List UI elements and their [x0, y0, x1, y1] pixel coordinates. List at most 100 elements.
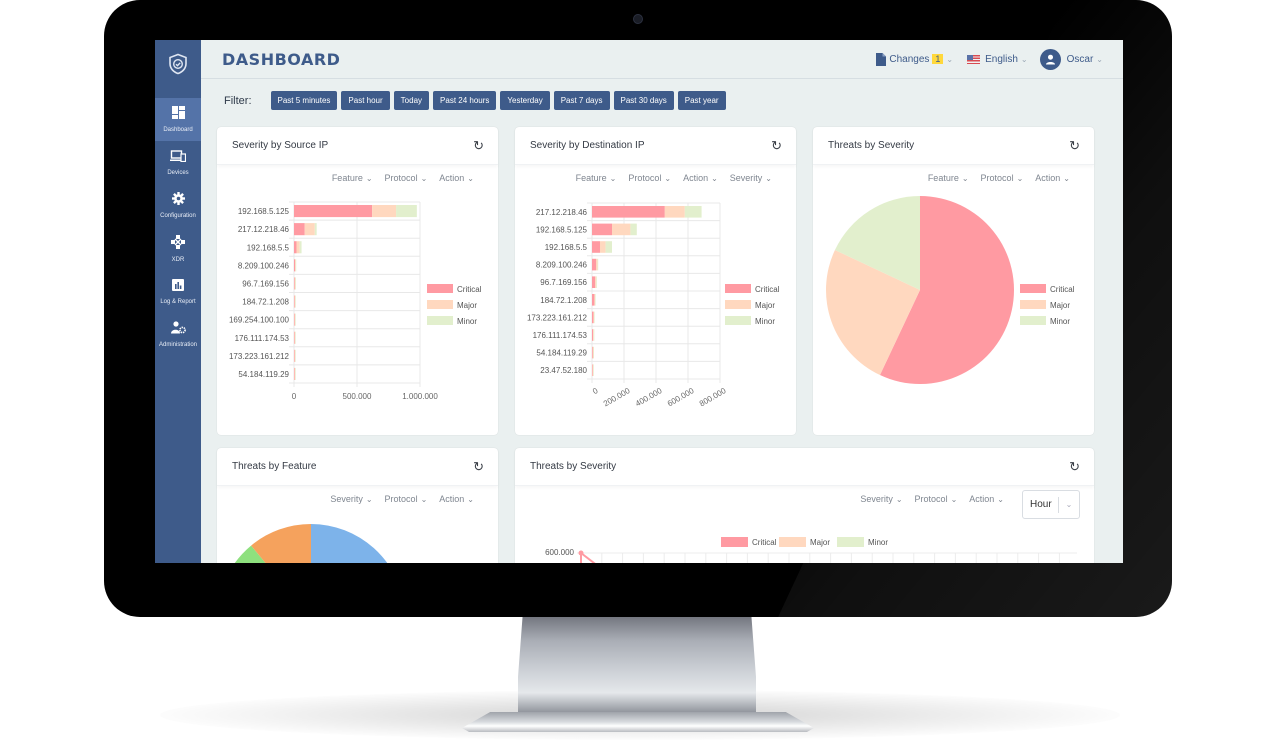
filter-button[interactable]: Past year: [677, 91, 726, 110]
refresh-icon[interactable]: ↻: [771, 138, 782, 154]
filter-dropdown-protocol[interactable]: Protocol ⌄: [385, 173, 428, 183]
bar-minor[interactable]: [595, 294, 596, 306]
bar-minor[interactable]: [593, 346, 594, 359]
bar-critical[interactable]: [294, 367, 295, 380]
bar-minor[interactable]: [295, 313, 296, 326]
bar-critical[interactable]: [592, 329, 594, 341]
bar-major[interactable]: [295, 259, 296, 272]
bar-minor[interactable]: [295, 277, 296, 290]
filter-button[interactable]: Past 5 minutes: [270, 91, 338, 110]
bar-minor[interactable]: [295, 331, 296, 344]
bar-major[interactable]: [294, 295, 296, 308]
filter-button[interactable]: Past 24 hours: [433, 91, 497, 110]
bar-minor[interactable]: [295, 259, 297, 272]
bar-minor[interactable]: [314, 223, 317, 236]
language-menu[interactable]: English ⌄: [967, 54, 1028, 65]
filter-dropdown-protocol[interactable]: Protocol ⌄: [915, 494, 958, 504]
filter-dropdown-protocol[interactable]: Protocol ⌄: [385, 494, 428, 504]
bar-critical[interactable]: [294, 241, 297, 254]
bar-minor[interactable]: [605, 241, 612, 253]
bar-critical[interactable]: [592, 294, 595, 306]
bar-major[interactable]: [304, 223, 315, 236]
filter-dropdown-feature[interactable]: Feature ⌄: [928, 173, 969, 183]
filter-button[interactable]: Today: [393, 91, 430, 110]
bar-minor[interactable]: [630, 223, 637, 236]
bar-critical[interactable]: [294, 277, 295, 290]
sidebar-item-administration[interactable]: Administration: [155, 313, 201, 356]
bar-minor[interactable]: [299, 241, 302, 254]
bar-major[interactable]: [612, 223, 631, 236]
bar-minor[interactable]: [396, 205, 417, 218]
bar-critical[interactable]: [592, 364, 593, 376]
bar-major[interactable]: [294, 313, 296, 326]
bar-minor[interactable]: [295, 295, 296, 308]
refresh-icon[interactable]: ↻: [473, 459, 484, 475]
bar-minor[interactable]: [596, 276, 597, 288]
bar-major[interactable]: [664, 206, 685, 218]
sidebar-item-configuration[interactable]: Configuration: [155, 184, 201, 227]
bar-major[interactable]: [592, 346, 594, 359]
bar-major[interactable]: [294, 331, 296, 344]
filter-dropdown-protocol[interactable]: Protocol ⌄: [981, 173, 1024, 183]
bar-minor[interactable]: [295, 349, 296, 362]
bar-major[interactable]: [593, 329, 594, 341]
filter-dropdown-feature[interactable]: Feature ⌄: [332, 173, 373, 183]
bar-minor[interactable]: [594, 311, 595, 324]
refresh-icon[interactable]: ↻: [1069, 459, 1080, 475]
bar-critical[interactable]: [294, 313, 295, 326]
bar-critical[interactable]: [592, 206, 665, 218]
bar-critical[interactable]: [294, 223, 305, 236]
bar-major[interactable]: [294, 367, 296, 380]
bar-major[interactable]: [593, 311, 595, 324]
filter-button[interactable]: Past 7 days: [553, 91, 610, 110]
bar-major[interactable]: [594, 294, 595, 306]
filter-dropdown-action[interactable]: Action ⌄: [439, 494, 474, 504]
filter-dropdown-severity[interactable]: Severity ⌄: [730, 173, 772, 183]
bar-critical[interactable]: [592, 346, 593, 359]
bar-major[interactable]: [592, 364, 594, 376]
sidebar-item-dashboard[interactable]: Dashboard: [155, 98, 201, 141]
filter-dropdown-severity[interactable]: Severity ⌄: [860, 494, 902, 504]
filter-dropdown-action[interactable]: Action ⌄: [439, 173, 474, 183]
user-menu[interactable]: Oscar ⌄: [1039, 48, 1103, 70]
filter-dropdown-severity[interactable]: Severity ⌄: [330, 494, 372, 504]
sidebar-item-devices[interactable]: Devices: [155, 141, 201, 184]
bar-major[interactable]: [596, 258, 598, 271]
bar-minor[interactable]: [597, 258, 599, 271]
bar-major[interactable]: [294, 349, 296, 362]
bar-critical[interactable]: [592, 241, 600, 253]
changes-menu[interactable]: Changes 1 ⌄: [876, 52, 953, 66]
bar-critical[interactable]: [294, 331, 295, 344]
bar-critical[interactable]: [592, 223, 612, 236]
bar-major[interactable]: [595, 276, 597, 288]
bar-minor[interactable]: [593, 329, 595, 341]
sidebar-item-log-report[interactable]: Log & Report: [155, 270, 201, 313]
bar-critical[interactable]: [294, 295, 295, 308]
filter-dropdown-protocol[interactable]: Protocol ⌄: [628, 173, 671, 183]
bar-critical[interactable]: [294, 349, 295, 362]
bar-critical[interactable]: [592, 258, 596, 271]
refresh-icon[interactable]: ↻: [473, 138, 484, 154]
filter-button[interactable]: Past hour: [341, 91, 390, 110]
line-point-critical[interactable]: [578, 550, 584, 556]
bar-minor[interactable]: [593, 364, 594, 376]
interval-select[interactable]: Hour ⌄: [1022, 490, 1080, 519]
bar-critical[interactable]: [294, 205, 373, 218]
sidebar-item-xdr[interactable]: XDR: [155, 227, 201, 270]
bar-major[interactable]: [600, 241, 606, 253]
bar-major[interactable]: [294, 277, 296, 290]
filter-button[interactable]: Yesterday: [500, 91, 550, 110]
bar-major[interactable]: [372, 205, 397, 218]
bar-major[interactable]: [296, 241, 300, 254]
app-logo[interactable]: [155, 40, 201, 88]
filter-button[interactable]: Past 30 days: [613, 91, 674, 110]
filter-dropdown-action[interactable]: Action ⌄: [1035, 173, 1070, 183]
bar-critical[interactable]: [294, 259, 296, 272]
bar-critical[interactable]: [592, 276, 596, 288]
bar-critical[interactable]: [592, 311, 594, 324]
bar-minor[interactable]: [295, 367, 296, 380]
filter-dropdown-action[interactable]: Action ⌄: [683, 173, 718, 183]
filter-dropdown-feature[interactable]: Feature ⌄: [576, 173, 617, 183]
refresh-icon[interactable]: ↻: [1069, 138, 1080, 154]
bar-minor[interactable]: [684, 206, 702, 218]
